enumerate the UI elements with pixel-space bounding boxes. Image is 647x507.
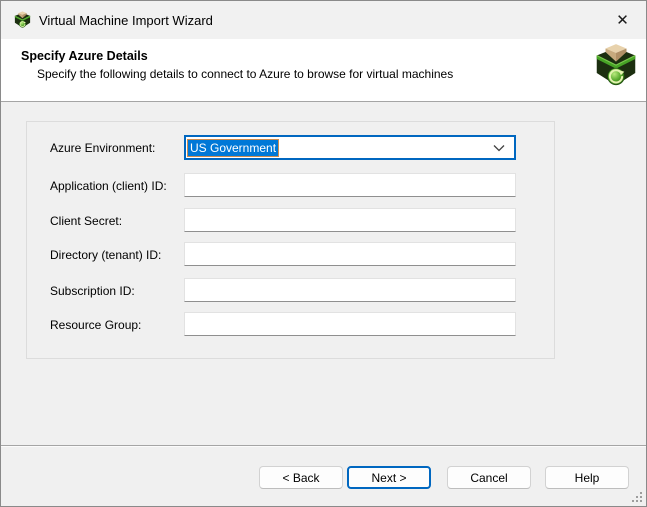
form-row-resource-group: Resource Group: (27, 312, 554, 337)
resource-group-input[interactable] (184, 312, 516, 336)
chevron-down-icon (493, 144, 505, 153)
wizard-header: Specify Azure Details Specify the follow… (1, 39, 646, 102)
window-title: Virtual Machine Import Wizard (39, 13, 213, 28)
form-row-directory-tenant-id: Directory (tenant) ID: (27, 242, 554, 267)
vm-import-cube-icon (595, 42, 637, 90)
form-row-subscription-id: Subscription ID: (27, 278, 554, 303)
application-client-id-input[interactable] (184, 173, 516, 197)
titlebar[interactable]: Virtual Machine Import Wizard ✕ (1, 1, 646, 39)
field-label-azure-environment: Azure Environment: (50, 141, 155, 155)
field-label-subscription-id: Subscription ID: (50, 284, 135, 298)
form-row-azure-environment: Azure Environment: US Government (27, 135, 554, 160)
cancel-button[interactable]: Cancel (447, 466, 531, 489)
combobox-selected-value: US Government (188, 140, 278, 156)
azure-details-group: Azure Environment: US Government Applica… (26, 121, 555, 359)
page-subtitle: Specify the following details to connect… (37, 67, 453, 81)
form-row-application-client-id: Application (client) ID: (27, 173, 554, 198)
back-button[interactable]: < Back (259, 466, 343, 489)
page-title: Specify Azure Details (21, 49, 148, 63)
resize-grip[interactable] (631, 491, 643, 503)
app-icon (14, 11, 31, 29)
next-button[interactable]: Next > (347, 466, 431, 489)
help-button[interactable]: Help (545, 466, 629, 489)
field-label-application-client-id: Application (client) ID: (50, 179, 167, 193)
footer-separator (1, 445, 646, 447)
form-row-client-secret: Client Secret: (27, 208, 554, 233)
close-icon: ✕ (616, 13, 629, 28)
field-label-directory-tenant-id: Directory (tenant) ID: (50, 248, 161, 262)
subscription-id-input[interactable] (184, 278, 516, 302)
field-label-resource-group: Resource Group: (50, 318, 141, 332)
directory-tenant-id-input[interactable] (184, 242, 516, 266)
azure-environment-combobox[interactable]: US Government (184, 135, 516, 160)
client-secret-input[interactable] (184, 208, 516, 232)
field-label-client-secret: Client Secret: (50, 214, 122, 228)
wizard-window: Virtual Machine Import Wizard ✕ Specify … (0, 0, 647, 507)
close-button[interactable]: ✕ (599, 1, 646, 39)
